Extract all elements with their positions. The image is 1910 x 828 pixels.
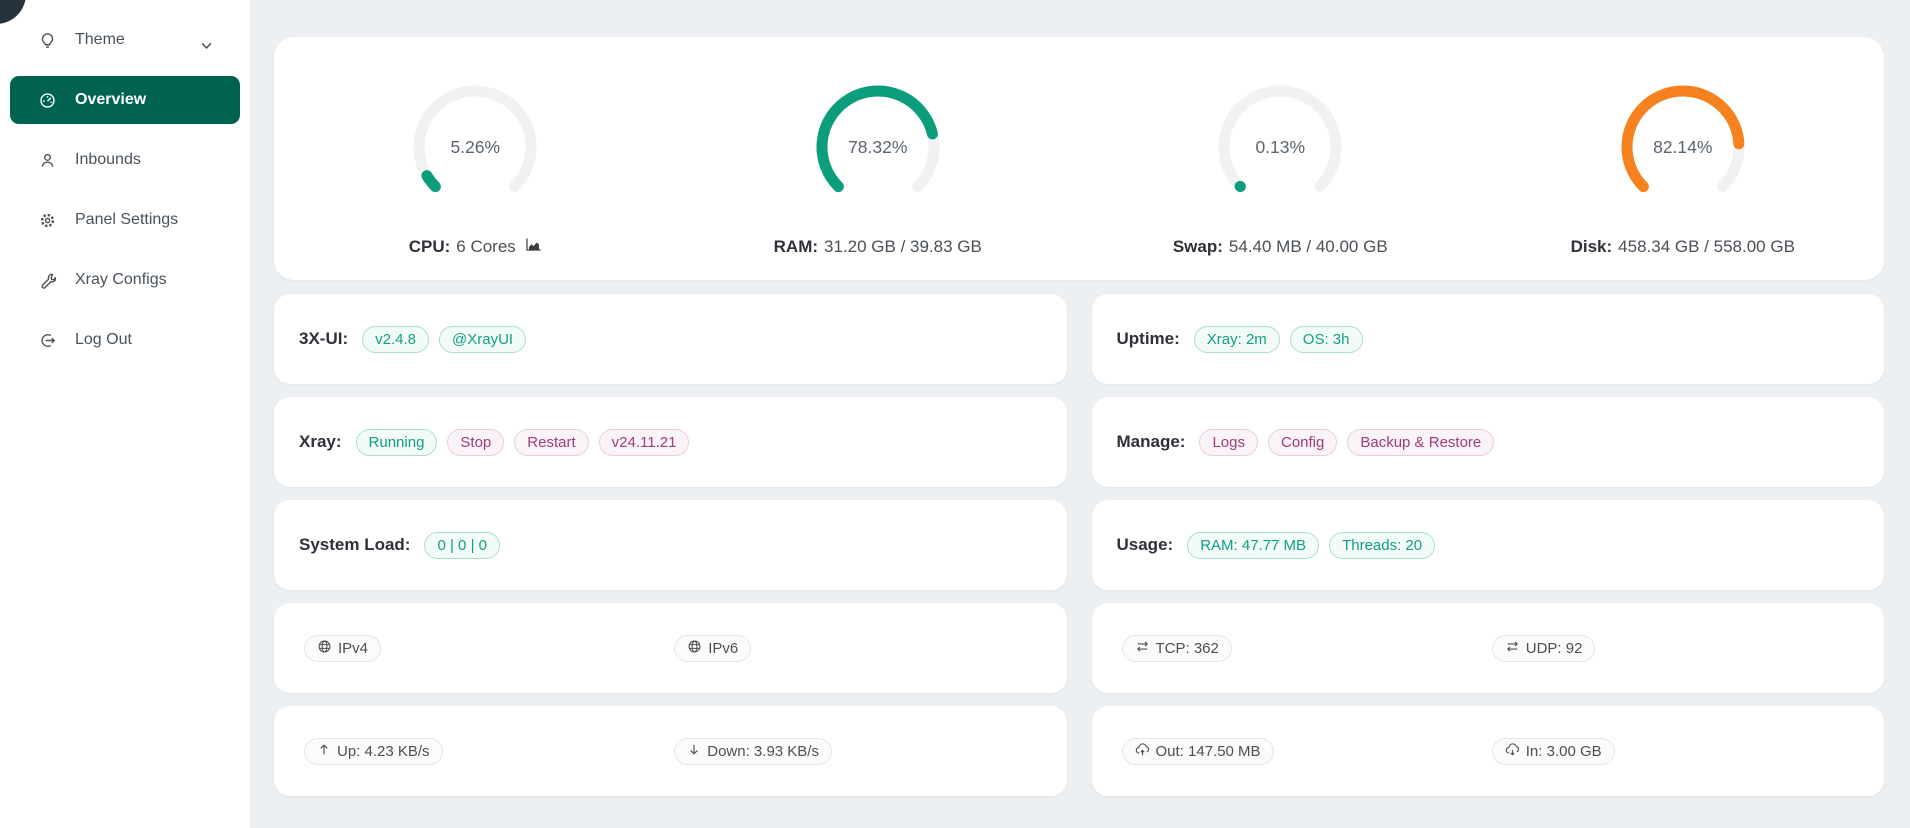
globe-icon [317,639,332,658]
sidebar-item-theme[interactable]: Theme [10,16,240,64]
card-3xui-label: 3X-UI: [299,329,348,349]
gear-icon [38,212,56,229]
card-speed: Up: 4.23 KB/s Down: 3.93 KB/s [274,706,1067,796]
xray-version-button[interactable]: v24.11.21 [599,429,690,456]
system-status-card: 5.26% CPU: 6 Cores [274,37,1884,280]
sidebar-item-label: Overview [75,91,146,109]
card-uptime: Uptime: Xray: 2m OS: 3h [1092,294,1885,384]
chevron-down-icon [201,37,212,55]
sidebar-item-label: Inbounds [75,151,141,169]
sidebar-item-label: Panel Settings [75,211,178,229]
cpu-caption: CPU: 6 Cores [409,237,542,257]
cpu-gauge-value: 5.26% [408,80,542,214]
card-system-load: System Load: 0 | 0 | 0 [274,500,1067,590]
wrench-icon [38,272,56,289]
config-button[interactable]: Config [1268,429,1337,456]
sidebar-item-xray-configs[interactable]: Xray Configs [10,256,240,304]
sidebar-item-panel-settings[interactable]: Panel Settings [10,196,240,244]
logout-icon [38,332,56,349]
dashboard-icon [38,92,56,109]
card-traffic: Out: 147.50 MB In: 3.00 GB [1092,706,1885,796]
card-uptime-label: Uptime: [1117,329,1180,349]
cpu-chart-icon[interactable] [525,237,542,257]
cloud-download-icon [1505,742,1520,761]
tag-uptime-os: OS: 3h [1290,326,1363,353]
sidebar-item-inbounds[interactable]: Inbounds [10,136,240,184]
sidebar: Theme Overview Inbounds [0,0,250,828]
globe-icon [687,639,702,658]
card-manage-label: Manage: [1117,432,1186,452]
user-icon [38,152,56,169]
disk-gauge-block: 82.14% Disk: 458.34 GB / 558.00 GB [1482,80,1885,257]
xray-stop-button[interactable]: Stop [447,429,504,456]
tag-system-load: 0 | 0 | 0 [424,532,500,559]
card-manage: Manage: Logs Config Backup & Restore [1092,397,1885,487]
sidebar-item-overview[interactable]: Overview [10,76,240,124]
xray-restart-button[interactable]: Restart [514,429,588,456]
tag-ipv6: IPv6 [674,635,751,662]
swap-gauge-block: 0.13% Swap: 54.40 MB / 40.00 GB [1079,80,1482,257]
backup-restore-button[interactable]: Backup & Restore [1347,429,1494,456]
card-ip-addresses: IPv4 IPv6 [274,603,1067,693]
disk-gauge-value: 82.14% [1616,80,1750,214]
tag-download-speed: Down: 3.93 KB/s [674,738,832,765]
tag-xray-status: Running [356,429,438,456]
tag-uptime-xray: Xray: 2m [1194,326,1280,353]
card-system-load-label: System Load: [299,535,410,555]
cloud-upload-icon [1135,742,1150,761]
tag-udp-count: UDP: 92 [1492,635,1596,662]
app-root: Theme Overview Inbounds [0,0,1910,828]
cpu-gauge-block: 5.26% CPU: 6 Cores [274,80,677,257]
tag-traffic-in: In: 3.00 GB [1492,738,1615,765]
ram-caption: RAM: 31.20 GB / 39.83 GB [774,237,982,257]
ram-gauge-value: 78.32% [811,80,945,214]
sidebar-item-label: Theme [75,31,125,49]
tag-usage-threads: Threads: 20 [1329,532,1435,559]
disk-caption: Disk: 458.34 GB / 558.00 GB [1571,237,1795,257]
swap-gauge-value: 0.13% [1213,80,1347,214]
tag-3xui-version: v2.4.8 [362,326,429,353]
tag-upload-speed: Up: 4.23 KB/s [304,738,443,765]
sidebar-item-logout[interactable]: Log Out [10,316,240,364]
arrow-down-icon [687,742,701,761]
swap-icon [1135,639,1150,658]
bulb-icon [38,32,56,49]
swap-icon [1505,639,1520,658]
card-3xui: 3X-UI: v2.4.8 @XrayUI [274,294,1067,384]
card-connections: TCP: 362 UDP: 92 [1092,603,1885,693]
tag-usage-ram: RAM: 47.77 MB [1187,532,1319,559]
swap-caption: Swap: 54.40 MB / 40.00 GB [1173,237,1388,257]
card-xray-label: Xray: [299,432,342,452]
card-xray: Xray: Running Stop Restart v24.11.21 [274,397,1067,487]
logs-button[interactable]: Logs [1199,429,1258,456]
sidebar-item-label: Log Out [75,331,132,349]
sidebar-item-label: Xray Configs [75,271,167,289]
tag-traffic-out: Out: 147.50 MB [1122,738,1274,765]
ram-gauge-block: 78.32% RAM: 31.20 GB / 39.83 GB [677,80,1080,257]
tag-tcp-count: TCP: 362 [1122,635,1232,662]
arrow-up-icon [317,742,331,761]
card-usage-label: Usage: [1117,535,1174,555]
tag-telegram-link[interactable]: @XrayUI [439,326,526,353]
tag-ipv4: IPv4 [304,635,381,662]
info-grid: 3X-UI: v2.4.8 @XrayUI Uptime: Xray: 2m O… [274,294,1884,796]
main-content: 5.26% CPU: 6 Cores [250,0,1910,828]
card-usage: Usage: RAM: 47.77 MB Threads: 20 [1092,500,1885,590]
